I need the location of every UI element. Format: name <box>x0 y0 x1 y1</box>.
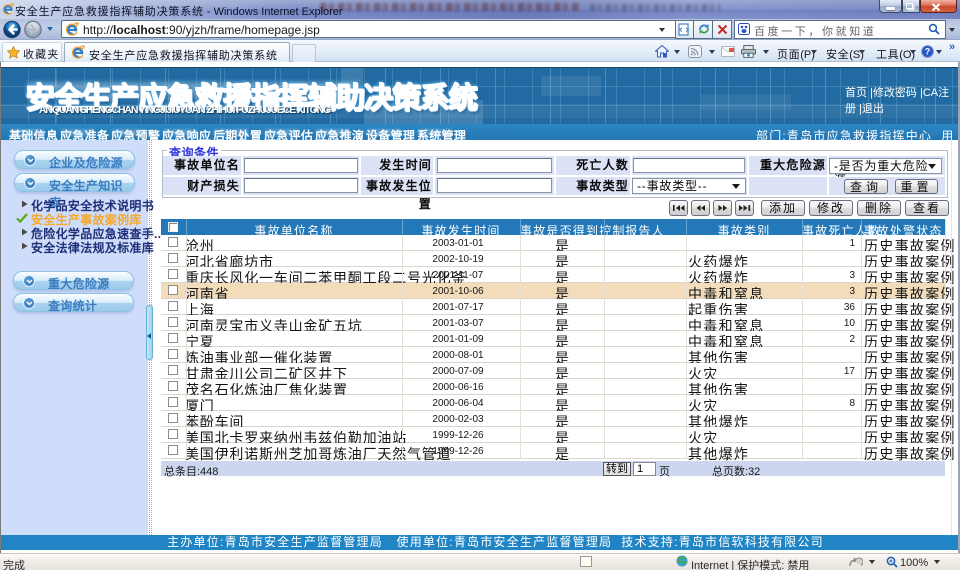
svg-text:?: ? <box>925 47 931 57</box>
